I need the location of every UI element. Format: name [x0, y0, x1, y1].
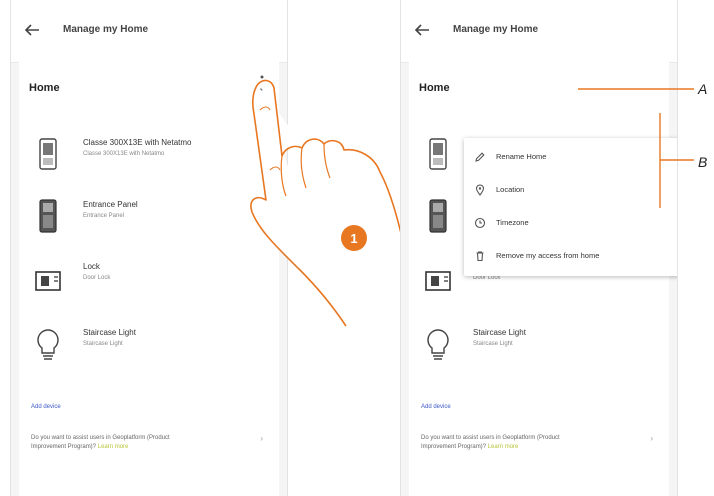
info-text: Do you want to assist users in Geoplatfo… [31, 434, 201, 452]
section-title: Home [419, 82, 450, 94]
overflow-menu: Rename Home Location Timezone Remove my … [464, 138, 677, 276]
device-name: Entrance Panel [83, 200, 138, 209]
callout-label-a: A [698, 81, 708, 97]
video-door-station-icon [39, 138, 57, 170]
clock-icon [474, 217, 486, 229]
menu-item-label: Rename Home [496, 152, 547, 161]
device-name: Classe 300X13E with Netatmo [83, 138, 192, 147]
device-subtitle: Staircase Light [83, 341, 123, 347]
device-name: Staircase Light [83, 328, 136, 337]
device-subtitle: Classe 300X13E with Netatmo [83, 151, 165, 157]
entrance-panel-icon [39, 199, 57, 233]
phone-screen-right: Manage my Home Home Lock Door [400, 0, 678, 496]
learn-more-link[interactable]: Learn more [488, 444, 519, 450]
info-text: Do you want to assist users in Geoplatfo… [421, 434, 591, 452]
device-subtitle: Staircase Light [473, 341, 513, 347]
device-subtitle: Entrance Panel [83, 213, 125, 219]
step-badge-number: 1 [350, 231, 357, 246]
add-device-link[interactable]: Add device [421, 404, 451, 410]
callout-label-b: B [698, 154, 708, 170]
video-door-station-icon [429, 138, 447, 170]
menu-item-rename-home[interactable]: Rename Home [474, 150, 677, 166]
menu-item-remove-access[interactable]: Remove my access from home [474, 249, 677, 265]
door-lock-icon [425, 271, 451, 291]
menu-item-timezone[interactable]: Timezone [474, 216, 677, 232]
menu-item-label: Location [496, 185, 525, 194]
light-bulb-icon [427, 329, 449, 360]
menu-item-location[interactable]: Location [474, 183, 677, 199]
device-subtitle: Door Lock [83, 275, 111, 281]
app-bar: Manage my Home [11, 0, 287, 63]
app-bar: Manage my Home [401, 0, 677, 63]
add-device-link[interactable]: Add device [31, 404, 61, 410]
learn-more-link[interactable]: Learn more [98, 444, 129, 450]
back-arrow-icon[interactable] [413, 22, 431, 38]
home-card: Home Lock Door Lock [409, 62, 677, 496]
light-bulb-icon [37, 329, 59, 360]
device-name: Lock [83, 262, 100, 271]
page-title: Manage my Home [453, 24, 539, 35]
chevron-right-icon[interactable]: › [260, 434, 263, 443]
door-lock-icon [35, 271, 61, 291]
chevron-right-icon[interactable]: › [650, 434, 653, 443]
location-pin-icon [475, 184, 485, 196]
section-title: Home [29, 82, 60, 94]
back-arrow-icon[interactable] [23, 22, 41, 38]
entrance-panel-icon [429, 199, 447, 233]
menu-item-label: Remove my access from home [496, 251, 600, 260]
menu-item-label: Timezone [496, 218, 529, 227]
pencil-icon [475, 152, 485, 162]
trash-icon [476, 251, 484, 262]
device-name: Staircase Light [473, 328, 526, 337]
page-title: Manage my Home [63, 24, 149, 35]
